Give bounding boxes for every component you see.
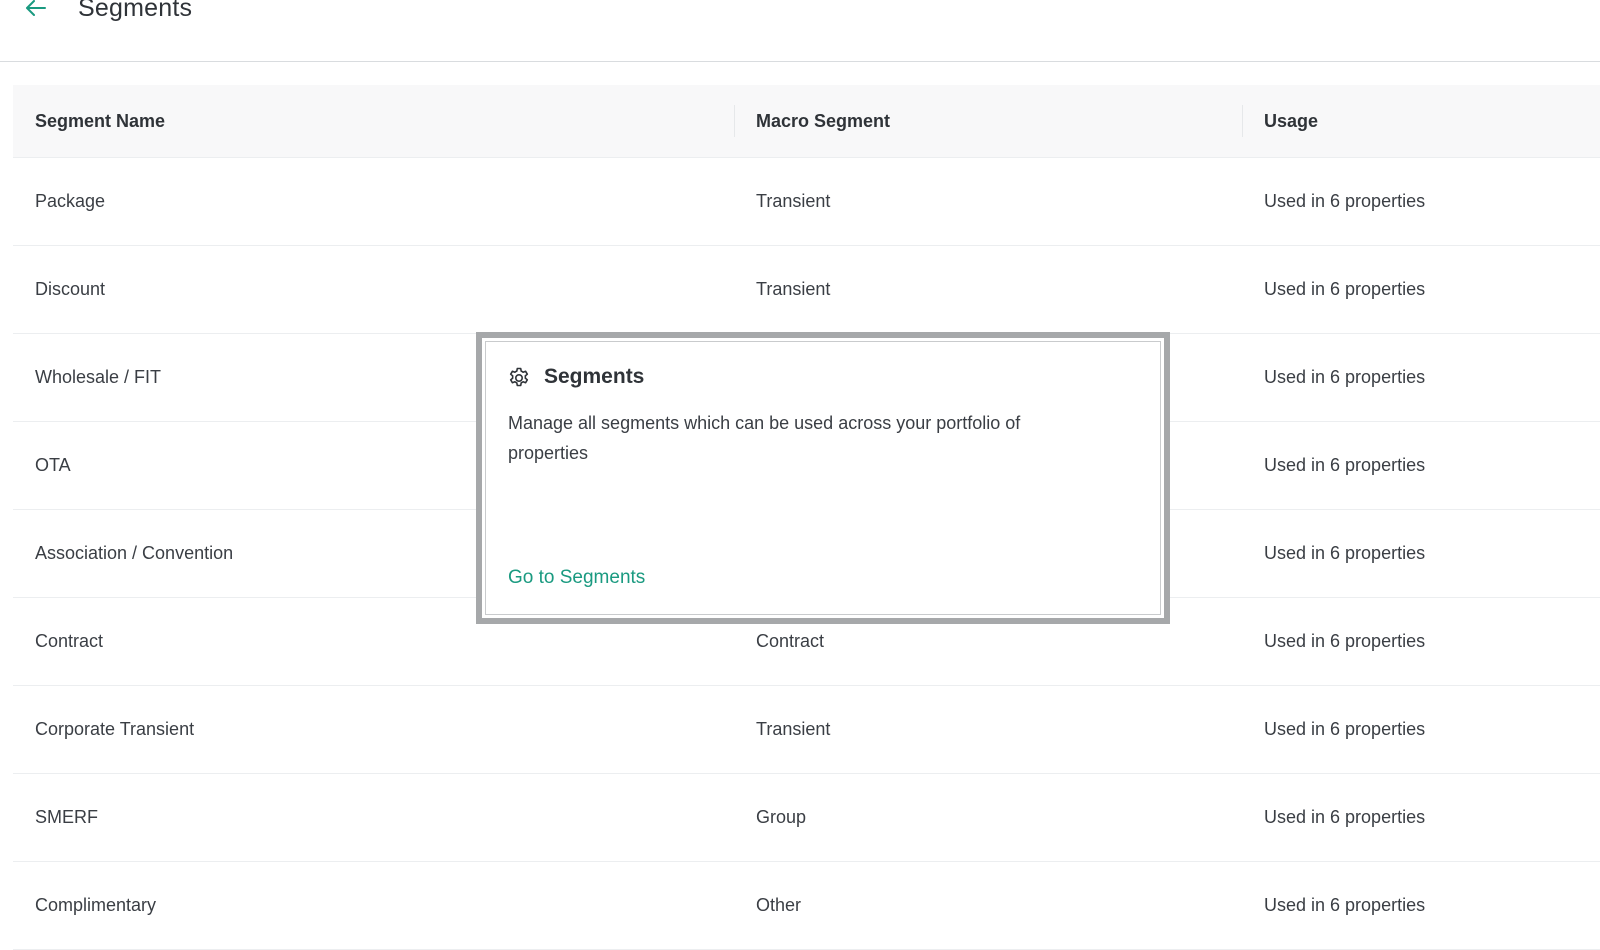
page-title: Segments — [78, 0, 193, 22]
usage-cell: Used in 6 properties — [1264, 455, 1426, 475]
macro-segment-cell: Transient — [756, 719, 831, 739]
usage-cell: Used in 6 properties — [1264, 719, 1426, 739]
column-header-usage[interactable]: Usage — [1264, 85, 1318, 157]
page-header: Segments — [0, 0, 1600, 62]
column-header-segment-name[interactable]: Segment Name — [35, 85, 165, 157]
arrow-left-icon — [26, 0, 46, 16]
segment-name-cell: Contract — [35, 631, 104, 651]
segments-popover: Segments Manage all segments which can b… — [476, 332, 1170, 624]
segment-name-cell: OTA — [35, 455, 71, 475]
segment-name-cell: Complimentary — [35, 895, 157, 915]
segment-name-cell: Corporate Transient — [35, 719, 195, 739]
segment-name-cell: Discount — [35, 279, 106, 299]
popover-card: Segments Manage all segments which can b… — [485, 341, 1161, 615]
macro-segment-cell: Other — [756, 895, 802, 915]
column-divider — [734, 105, 735, 137]
table-row[interactable]: Corporate Transient Transient Used in 6 … — [13, 686, 1600, 774]
back-button[interactable] — [22, 0, 50, 22]
go-to-segments-link[interactable]: Go to Segments — [508, 567, 645, 589]
table-header: Segment Name Macro Segment Usage — [13, 85, 1600, 158]
usage-cell: Used in 6 properties — [1264, 191, 1426, 211]
macro-segment-cell: Transient — [756, 191, 831, 211]
usage-cell: Used in 6 properties — [1264, 895, 1426, 915]
segment-name-cell: Association / Convention — [35, 543, 234, 563]
segment-name-cell: Wholesale / FIT — [35, 367, 162, 387]
usage-cell: Used in 6 properties — [1264, 279, 1426, 299]
macro-segment-cell: Group — [756, 807, 807, 827]
segment-name-cell: Package — [35, 191, 106, 211]
table-row[interactable]: SMERF Group Used in 6 properties — [13, 774, 1600, 862]
segment-name-cell: SMERF — [35, 807, 98, 827]
table-row[interactable]: Package Transient Used in 6 properties — [13, 158, 1600, 246]
usage-cell: Used in 6 properties — [1264, 367, 1426, 387]
popover-description: Manage all segments which can be used ac… — [508, 413, 1021, 463]
gear-icon — [509, 367, 529, 387]
column-header-macro-segment[interactable]: Macro Segment — [756, 85, 890, 157]
popover-title: Segments — [544, 365, 645, 388]
table-row[interactable]: Discount Transient Used in 6 properties — [13, 246, 1600, 334]
macro-segment-cell: Transient — [756, 279, 831, 299]
usage-cell: Used in 6 properties — [1264, 543, 1426, 563]
usage-cell: Used in 6 properties — [1264, 631, 1426, 651]
usage-cell: Used in 6 properties — [1264, 807, 1426, 827]
column-divider — [1242, 105, 1243, 137]
